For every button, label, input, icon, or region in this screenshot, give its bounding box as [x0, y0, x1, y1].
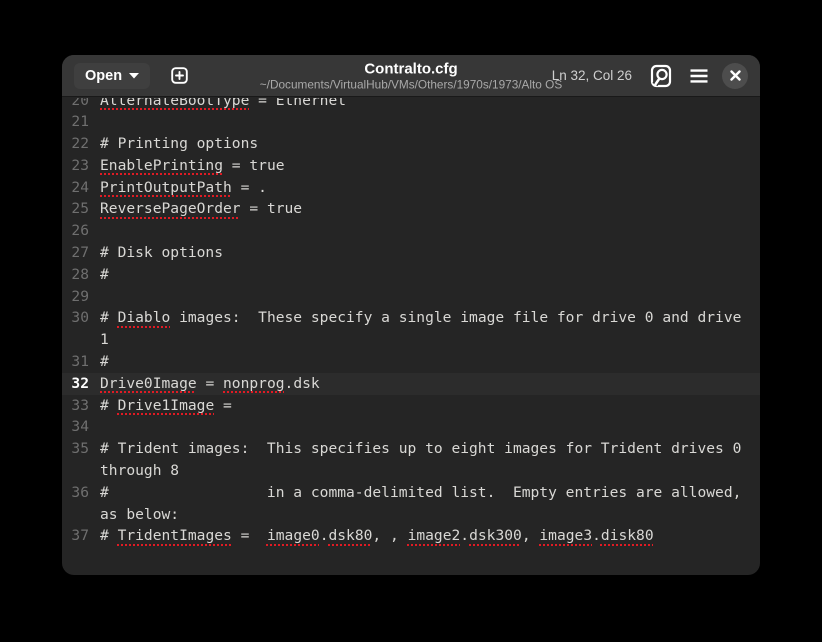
code-line-37[interactable]: 37# TridentImages = image0.dsk80, , imag… — [62, 525, 760, 547]
code-line-21[interactable]: 21 — [62, 111, 760, 133]
new-tab-button[interactable] — [164, 61, 194, 91]
line-number: 21 — [62, 111, 100, 133]
misspelled-word: image0 — [267, 527, 320, 544]
line-number: 34 — [62, 416, 100, 438]
line-number: 27 — [62, 242, 100, 264]
code-text: through 8 — [100, 460, 760, 482]
line-number: 33 — [62, 395, 100, 417]
tab-new-icon — [171, 67, 188, 84]
close-button[interactable] — [722, 63, 748, 89]
code-line-30[interactable]: 30# Diablo images: These specify a singl… — [62, 307, 760, 329]
code-text: # — [100, 351, 760, 373]
editor-area[interactable]: 20AlternateBootType = Ethernet2122# Prin… — [62, 98, 760, 575]
code-text: # Trident images: This specifies up to e… — [100, 438, 760, 460]
desktop-background: Open Contralto.cfg — [0, 0, 822, 642]
code-text: Drive0Image = nonprog.dsk — [100, 373, 760, 395]
misspelled-word: AlternateBootType — [100, 98, 249, 109]
misspelled-word: dsk80 — [328, 527, 372, 544]
code-text — [100, 111, 760, 133]
code-line-34[interactable]: 34 — [62, 416, 760, 438]
line-number: 37 — [62, 525, 100, 547]
code-line-20[interactable]: 20AlternateBootType = Ethernet — [62, 98, 760, 111]
code-lines: 20AlternateBootType = Ethernet2122# Prin… — [62, 98, 760, 547]
open-button[interactable]: Open — [74, 63, 150, 89]
close-icon — [730, 70, 741, 81]
misspelled-word: EnablePrinting — [100, 157, 223, 174]
misspelled-word: disk80 — [601, 527, 654, 544]
code-text: # TridentImages = image0.dsk80, , image2… — [100, 525, 760, 547]
code-line-35[interactable]: 35# Trident images: This specifies up to… — [62, 438, 760, 460]
code-text: # Drive1Image = — [100, 395, 760, 417]
document-search-button[interactable] — [646, 61, 676, 91]
code-line-36[interactable]: 36# in a comma-delimited list. Empty ent… — [62, 482, 760, 504]
code-text: # in a comma-delimited list. Empty entri… — [100, 482, 760, 504]
code-text: 1 — [100, 329, 760, 351]
code-text: AlternateBootType = Ethernet — [100, 98, 760, 111]
code-line-23[interactable]: 23EnablePrinting = true — [62, 155, 760, 177]
line-number: 22 — [62, 133, 100, 155]
line-number: 28 — [62, 264, 100, 286]
line-number — [62, 460, 100, 482]
hamburger-menu-icon — [690, 69, 708, 83]
line-number: 31 — [62, 351, 100, 373]
code-line-25[interactable]: 25ReversePageOrder = true — [62, 198, 760, 220]
code-line-wrap[interactable]: as below: — [62, 504, 760, 526]
code-line-27[interactable]: 27# Disk options — [62, 242, 760, 264]
code-line-wrap[interactable]: through 8 — [62, 460, 760, 482]
code-text: # Printing options — [100, 133, 760, 155]
code-line-24[interactable]: 24PrintOutputPath = . — [62, 177, 760, 199]
line-number: 24 — [62, 177, 100, 199]
misspelled-word: dsk300 — [469, 527, 522, 544]
code-text: ReversePageOrder = true — [100, 198, 760, 220]
line-number: 32 — [62, 373, 100, 395]
code-text: EnablePrinting = true — [100, 155, 760, 177]
document-path: ~/Documents/VirtualHub/VMs/Others/1970s/… — [260, 77, 562, 91]
code-text: # Disk options — [100, 242, 760, 264]
misspelled-word: image3 — [539, 527, 592, 544]
code-text: as below: — [100, 504, 760, 526]
code-text: # — [100, 264, 760, 286]
code-line-wrap[interactable]: 1 — [62, 329, 760, 351]
code-line-29[interactable]: 29 — [62, 286, 760, 308]
menu-button[interactable] — [684, 61, 714, 91]
code-text: PrintOutputPath = . — [100, 177, 760, 199]
misspelled-word: Drive1Image — [118, 397, 215, 414]
window-title-block: Contralto.cfg ~/Documents/VirtualHub/VMs… — [260, 60, 562, 91]
code-line-32[interactable]: 32Drive0Image = nonprog.dsk — [62, 373, 760, 395]
misspelled-word: ReversePageOrder — [100, 200, 241, 217]
line-number — [62, 504, 100, 526]
line-number: 23 — [62, 155, 100, 177]
line-number: 20 — [62, 98, 100, 111]
misspelled-word: PrintOutputPath — [100, 179, 232, 196]
line-number: 25 — [62, 198, 100, 220]
code-text — [100, 416, 760, 438]
code-text — [100, 286, 760, 308]
code-text: # Diablo images: These specify a single … — [100, 307, 760, 329]
code-line-22[interactable]: 22# Printing options — [62, 133, 760, 155]
header-right-group: Ln 32, Col 26 — [546, 61, 748, 91]
misspelled-word: nonprog — [223, 375, 285, 392]
misspelled-word: Drive0Image — [100, 375, 197, 392]
code-line-26[interactable]: 26 — [62, 220, 760, 242]
line-number — [62, 329, 100, 351]
document-title: Contralto.cfg — [260, 60, 562, 77]
document-search-icon — [650, 64, 672, 88]
code-text — [100, 220, 760, 242]
code-line-28[interactable]: 28# — [62, 264, 760, 286]
line-number: 29 — [62, 286, 100, 308]
open-button-label: Open — [85, 68, 122, 84]
line-number: 35 — [62, 438, 100, 460]
code-line-33[interactable]: 33# Drive1Image = — [62, 395, 760, 417]
caret-down-icon — [129, 72, 139, 79]
line-number: 36 — [62, 482, 100, 504]
code-line-31[interactable]: 31# — [62, 351, 760, 373]
misspelled-word: image2 — [408, 527, 461, 544]
header-bar: Open Contralto.cfg — [62, 55, 760, 97]
line-number: 30 — [62, 307, 100, 329]
text-editor-window: Open Contralto.cfg — [62, 55, 760, 575]
line-number: 26 — [62, 220, 100, 242]
header-left-group: Open — [74, 61, 194, 91]
misspelled-word: Diablo — [118, 309, 171, 326]
misspelled-word: TridentImages — [118, 527, 232, 544]
